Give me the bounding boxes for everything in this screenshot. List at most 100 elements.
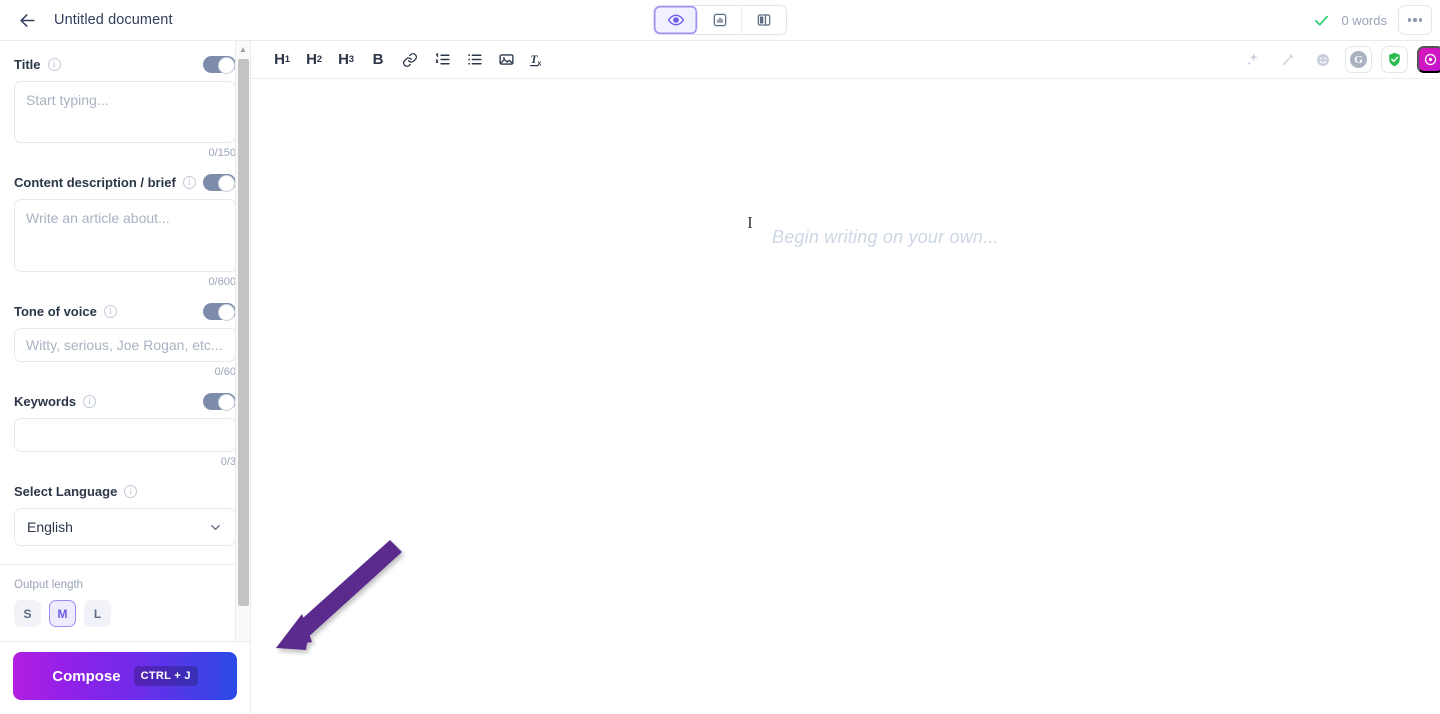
ordered-list-icon bbox=[435, 52, 450, 65]
field-output-length: Output length S M L bbox=[14, 565, 236, 627]
magic-wand-icon bbox=[1282, 53, 1294, 65]
word-count: 0 words bbox=[1341, 12, 1387, 28]
document-title[interactable]: Untitled document bbox=[54, 12, 173, 28]
keywords-input[interactable] bbox=[14, 418, 236, 452]
field-keywords-label: Keywords bbox=[14, 393, 77, 409]
text-cursor-icon: I bbox=[747, 213, 753, 232]
ordered-list-button[interactable] bbox=[429, 47, 455, 73]
heading-1-button[interactable]: H1 bbox=[269, 47, 295, 73]
title-counter: 0/150 bbox=[208, 147, 236, 159]
sidebar-scroll-area: Title i 0/150 Content description / brie… bbox=[0, 41, 250, 641]
link-button[interactable] bbox=[397, 47, 423, 73]
field-title-toggle[interactable] bbox=[203, 55, 236, 74]
field-content-description-label: Content description / brief bbox=[14, 174, 176, 190]
compose-button[interactable]: Compose CTRL + J bbox=[13, 652, 237, 700]
info-icon[interactable]: i bbox=[182, 175, 196, 189]
editor-column: H1 H2 H3 B T x G I Begin writing on your… bbox=[251, 41, 1440, 714]
tone-of-voice-input[interactable] bbox=[14, 328, 236, 362]
view-mode-switcher bbox=[653, 5, 787, 35]
heading-3-button[interactable]: H3 bbox=[333, 47, 359, 73]
content-description-counter: 0/600 bbox=[208, 276, 236, 288]
content-description-input[interactable] bbox=[14, 199, 236, 272]
bold-button[interactable]: B bbox=[365, 47, 391, 73]
heading-3-sub: 3 bbox=[348, 54, 354, 65]
sidebar-scrollbar[interactable]: ▲ bbox=[235, 41, 250, 641]
field-title-header: Title i bbox=[14, 54, 236, 74]
editor-placeholder: Begin writing on your own... bbox=[772, 227, 999, 247]
image-icon bbox=[498, 54, 514, 65]
field-keywords: Keywords i 0/3 bbox=[14, 378, 236, 468]
scrollbar-thumb[interactable] bbox=[238, 59, 249, 606]
top-bar-right: 0 words bbox=[1313, 5, 1440, 35]
compose-label: Compose bbox=[52, 667, 121, 685]
output-length-m[interactable]: M bbox=[49, 600, 76, 627]
language-select[interactable]: English bbox=[14, 508, 236, 546]
editor-toolbar-right: G bbox=[1240, 46, 1440, 73]
sparkle-button[interactable] bbox=[1240, 47, 1266, 73]
field-tone-of-voice-label: Tone of voice bbox=[14, 303, 97, 319]
bullet-list-button[interactable] bbox=[461, 47, 487, 73]
insert-image-button[interactable] bbox=[493, 47, 519, 73]
field-content-description-header: Content description / brief i bbox=[14, 172, 236, 192]
settings-sidebar: Title i 0/150 Content description / brie… bbox=[0, 41, 251, 714]
view-mode-split[interactable] bbox=[742, 6, 786, 34]
view-mode-insights[interactable] bbox=[698, 6, 742, 34]
editor-toolbar-left: H1 H2 H3 B T x bbox=[261, 47, 551, 73]
eye-icon bbox=[667, 14, 684, 26]
info-icon[interactable]: i bbox=[83, 394, 97, 408]
field-content-description: Content description / brief i 0/600 bbox=[14, 159, 236, 288]
scroll-up-arrow-icon[interactable]: ▲ bbox=[236, 41, 250, 57]
title-input[interactable] bbox=[14, 81, 236, 143]
top-bar-left: Untitled document bbox=[0, 7, 173, 33]
grammarly-button[interactable]: G bbox=[1345, 46, 1372, 73]
back-button[interactable] bbox=[14, 7, 40, 33]
split-panel-icon bbox=[757, 14, 771, 26]
arrow-left-icon bbox=[19, 13, 35, 27]
compose-shortcut: CTRL + J bbox=[133, 666, 198, 686]
sparkle-icon bbox=[1247, 52, 1258, 65]
info-icon[interactable]: i bbox=[47, 57, 61, 71]
magic-wand-button[interactable] bbox=[1275, 47, 1301, 73]
link-icon bbox=[403, 52, 417, 67]
field-tone-of-voice-header: Tone of voice i bbox=[14, 301, 236, 321]
tone-of-voice-counter: 0/60 bbox=[214, 366, 236, 378]
field-keywords-header: Keywords i bbox=[14, 391, 236, 411]
dot-icon bbox=[1419, 18, 1423, 22]
emoji-button[interactable] bbox=[1310, 47, 1336, 73]
view-mode-preview[interactable] bbox=[654, 6, 698, 34]
field-title-label: Title bbox=[14, 56, 41, 72]
field-title: Title i 0/150 bbox=[14, 41, 236, 159]
clear-formatting-button[interactable]: T x bbox=[525, 47, 551, 73]
language-select-wrap: English bbox=[14, 508, 236, 546]
emoji-icon bbox=[1317, 53, 1329, 66]
field-keywords-toggle[interactable] bbox=[203, 392, 236, 411]
select-language-label: Select Language bbox=[14, 483, 118, 499]
heading-2-button[interactable]: H2 bbox=[301, 47, 327, 73]
output-length-s[interactable]: S bbox=[14, 600, 41, 627]
sidebar-footer: Compose CTRL + J bbox=[0, 641, 250, 714]
more-options-button[interactable] bbox=[1398, 5, 1432, 35]
top-bar: Untitled document 0 words bbox=[0, 0, 1440, 41]
field-tone-of-voice-toggle[interactable] bbox=[203, 302, 236, 321]
app-root: Untitled document 0 words Title i Start … bbox=[0, 0, 1440, 714]
body-row: Title i 0/150 Content description / brie… bbox=[0, 41, 1440, 714]
heading-1-sub: 1 bbox=[284, 54, 290, 65]
field-select-language-header: Select Language i bbox=[14, 481, 236, 501]
bullet-list-icon bbox=[467, 54, 482, 65]
field-content-description-toggle[interactable] bbox=[203, 173, 236, 192]
grammarly-icon: G bbox=[1350, 51, 1367, 68]
saved-status-icon bbox=[1313, 12, 1330, 29]
editor-canvas[interactable]: I Begin writing on your own... bbox=[251, 79, 1440, 714]
info-icon[interactable]: i bbox=[103, 304, 117, 318]
shield-check-button[interactable] bbox=[1381, 46, 1408, 73]
keywords-counter: 0/3 bbox=[220, 456, 236, 468]
shield-check-icon bbox=[1389, 52, 1400, 67]
ai-assistant-button[interactable] bbox=[1417, 46, 1440, 73]
clear-formatting-icon: T x bbox=[529, 54, 542, 67]
heading-2-sub: 2 bbox=[316, 54, 322, 65]
dot-icon bbox=[1407, 18, 1411, 22]
output-length-l[interactable]: L bbox=[84, 600, 111, 627]
language-selected-value: English bbox=[27, 519, 73, 535]
chart-panel-icon bbox=[713, 13, 726, 27]
info-icon[interactable]: i bbox=[124, 484, 138, 498]
